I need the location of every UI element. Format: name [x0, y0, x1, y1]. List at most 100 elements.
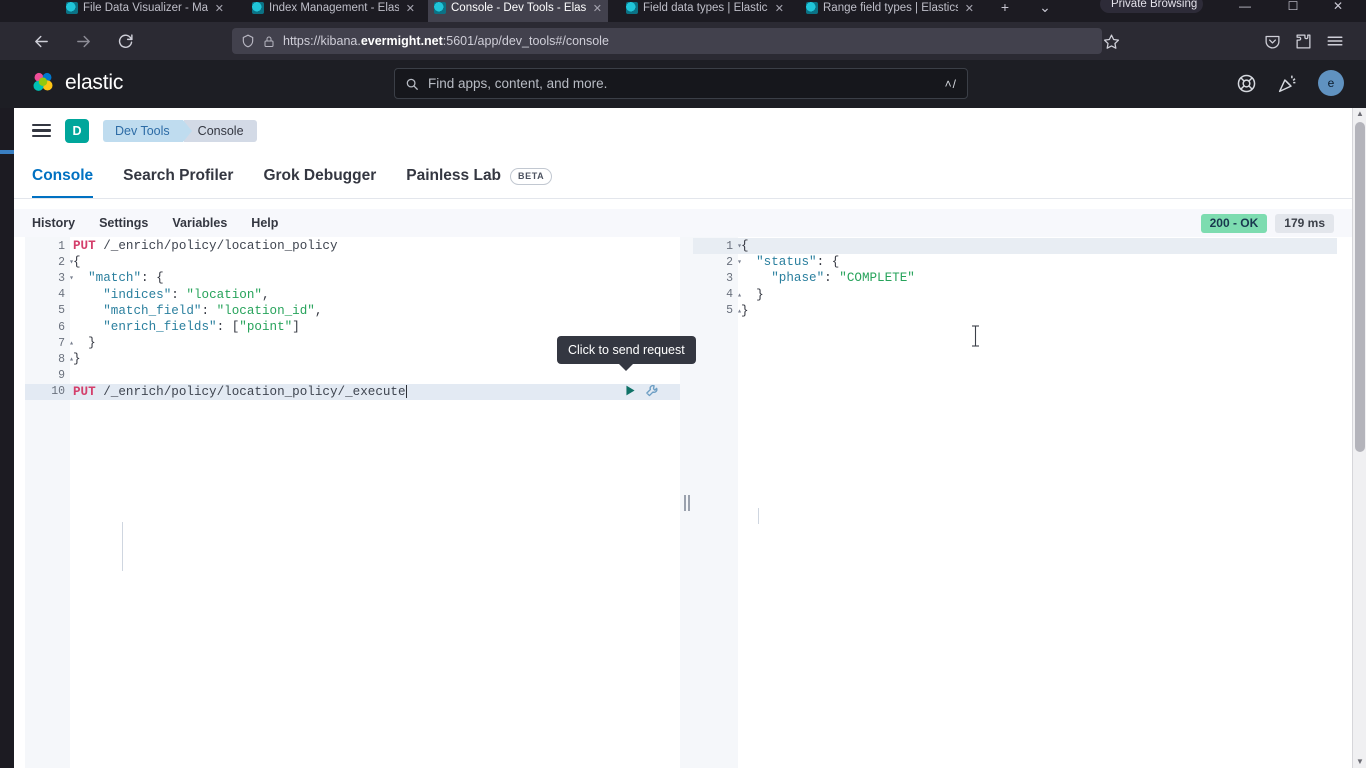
code-token-punct: : — [824, 271, 840, 286]
code-line[interactable]: 5 "match_field": "location_id", — [25, 303, 680, 319]
request-editor[interactable]: 1 PUT /_enrich/policy/location_policy 2 ▾{3… — [25, 237, 680, 768]
tab-painless-lab[interactable]: Painless Lab BETA — [406, 156, 553, 198]
code-token-url: /_enrich/policy/location_policy — [103, 239, 338, 254]
duration-badge: 179 ms — [1275, 213, 1334, 233]
scrollbar-thumb[interactable] — [1355, 122, 1365, 452]
toolbar-history-button[interactable]: History — [32, 216, 75, 230]
private-browsing-label: Private Browsing — [1111, 0, 1198, 10]
url-prefix: https://kibana. — [283, 34, 361, 48]
code-token-punct: : { — [141, 271, 164, 286]
code-token-method: PUT — [73, 384, 96, 399]
tab-search-profiler[interactable]: Search Profiler — [123, 156, 233, 198]
search-input[interactable]: Find apps, content, and more. ˄/ — [394, 68, 968, 99]
breadcrumb-row: D Dev Tools Console — [14, 108, 1352, 154]
tab-search-profiler-label: Search Profiler — [123, 167, 234, 184]
tab-painless-lab-label: Painless Lab — [406, 167, 502, 184]
hamburger-menu-icon[interactable] — [1326, 32, 1344, 50]
tab-list-button[interactable]: ⌄ — [1035, 0, 1055, 17]
close-icon[interactable]: ✕ — [593, 2, 602, 15]
search-shortcut-hint: ˄/ — [944, 76, 957, 91]
code-text: PUT /_enrich/policy/location_policy — [73, 239, 338, 253]
space-badge[interactable]: D — [65, 118, 89, 143]
wrench-icon[interactable] — [645, 383, 660, 398]
window-minimize-button[interactable]: — — [1232, 0, 1258, 16]
tab-title: Index Management - Elast — [269, 2, 399, 14]
elastic-logo-icon — [30, 70, 56, 96]
code-line[interactable]: 5 ▴} — [693, 303, 1337, 319]
code-line[interactable]: 2 ▾ "status": { — [693, 254, 1337, 270]
shield-icon[interactable] — [241, 34, 255, 48]
code-token-punct: : — [201, 303, 217, 318]
puzzle-icon[interactable] — [1295, 33, 1312, 50]
request-run-actions[interactable] — [624, 383, 660, 398]
lock-icon[interactable] — [263, 35, 275, 48]
send-request-tooltip: Click to send request — [557, 336, 696, 371]
code-line[interactable]: 6 "enrich_fields": ["point"] — [25, 319, 680, 335]
code-line[interactable]: 3 ▾ "match": { — [25, 270, 680, 286]
breadcrumb-item-console[interactable]: Console — [183, 119, 257, 142]
back-arrow-icon[interactable] — [26, 26, 56, 56]
pocket-icon[interactable] — [1264, 33, 1281, 50]
code-line[interactable]: 1 PUT /_enrich/policy/location_policy — [25, 238, 680, 254]
code-token-punct: } — [88, 336, 96, 351]
kibana-favicon — [434, 2, 446, 14]
browser-tab[interactable]: Range field types | Elastics ✕ — [800, 0, 980, 22]
breadcrumb-item-dev-tools[interactable]: Dev Tools — [103, 119, 183, 142]
nav-menu-toggle[interactable] — [32, 123, 51, 138]
tab-console[interactable]: Console — [32, 156, 94, 198]
code-line[interactable]: 4 "indices": "location", — [25, 287, 680, 303]
browser-tab[interactable]: Index Management - Elast ✕ — [246, 0, 421, 22]
code-line[interactable]: 2 ▾{ — [25, 254, 680, 270]
close-icon[interactable]: ✕ — [406, 2, 415, 15]
code-token-method: PUT — [73, 239, 96, 254]
toolbar-variables-button[interactable]: Variables — [172, 216, 227, 230]
close-icon[interactable]: ✕ — [215, 2, 224, 15]
toolbar-settings-button[interactable]: Settings — [99, 216, 148, 230]
elastic-logo[interactable]: elastic — [30, 70, 123, 96]
reload-icon[interactable] — [110, 26, 140, 56]
url-bar[interactable]: https://kibana.evermight.net:5601/app/de… — [232, 28, 1102, 54]
line-number: 10 — [51, 385, 65, 399]
browser-tab-active[interactable]: Console - Dev Tools - Elas ✕ — [428, 0, 608, 22]
scroll-down-arrow-icon[interactable]: ▼ — [1353, 756, 1366, 768]
page-scrollbar[interactable]: ▲ ▼ — [1352, 108, 1366, 768]
avatar[interactable]: e — [1318, 70, 1344, 96]
code-token-punct: { — [73, 255, 81, 270]
code-line[interactable]: 1 ▾{ — [693, 238, 1337, 255]
browser-tab[interactable]: File Data Visualizer - Mach ✕ — [60, 0, 230, 22]
code-token-punct: , — [314, 303, 323, 318]
play-triangle-icon[interactable] — [624, 384, 637, 397]
new-tab-button[interactable]: + — [995, 0, 1015, 17]
line-number: 1 — [58, 239, 65, 253]
browser-tab[interactable]: Field data types | Elasticse ✕ — [620, 0, 790, 22]
close-icon[interactable]: ✕ — [775, 2, 784, 15]
code-line[interactable]: 3 "phase": "COMPLETE" — [693, 270, 1337, 286]
code-token-punct: } — [741, 303, 749, 318]
lifebuoy-help-icon[interactable] — [1236, 73, 1257, 94]
editor-splitter[interactable] — [680, 237, 693, 768]
window-maximize-button[interactable]: ☐ — [1280, 0, 1306, 16]
line-number: 5 — [58, 304, 65, 318]
code-text: } — [741, 304, 749, 318]
indent-guide — [122, 522, 123, 571]
line-number: 1 — [726, 239, 733, 253]
close-icon[interactable]: ✕ — [965, 2, 974, 15]
star-icon[interactable] — [1103, 33, 1120, 50]
announcements-icon[interactable] — [1277, 73, 1298, 94]
code-line[interactable]: 10 PUT /_enrich/policy/location_policy/_e… — [25, 383, 680, 400]
toolbar-help-button[interactable]: Help — [251, 216, 278, 230]
line-number: 2 — [58, 255, 65, 269]
code-line[interactable]: 4 ▴ } — [693, 287, 1337, 303]
code-text: { — [73, 255, 81, 269]
forward-arrow-icon[interactable] — [68, 26, 98, 56]
code-token-str: "location_id" — [216, 303, 315, 318]
tab-grok-debugger[interactable]: Grok Debugger — [263, 156, 376, 198]
beta-badge: BETA — [510, 167, 553, 185]
window-close-button[interactable]: ✕ — [1325, 0, 1351, 16]
code-line[interactable]: 9 — [25, 368, 680, 384]
scroll-up-arrow-icon[interactable]: ▲ — [1353, 108, 1366, 120]
url-domain: evermight.net — [360, 34, 443, 48]
response-editor[interactable]: 1 ▾{2 ▾ "status": {3 "phase": "COMPLETE" 4 ▴… — [693, 237, 1337, 768]
code-token-url: /_enrich/policy/location_policy/_execute — [103, 384, 406, 399]
line-number: 4 — [726, 288, 733, 302]
